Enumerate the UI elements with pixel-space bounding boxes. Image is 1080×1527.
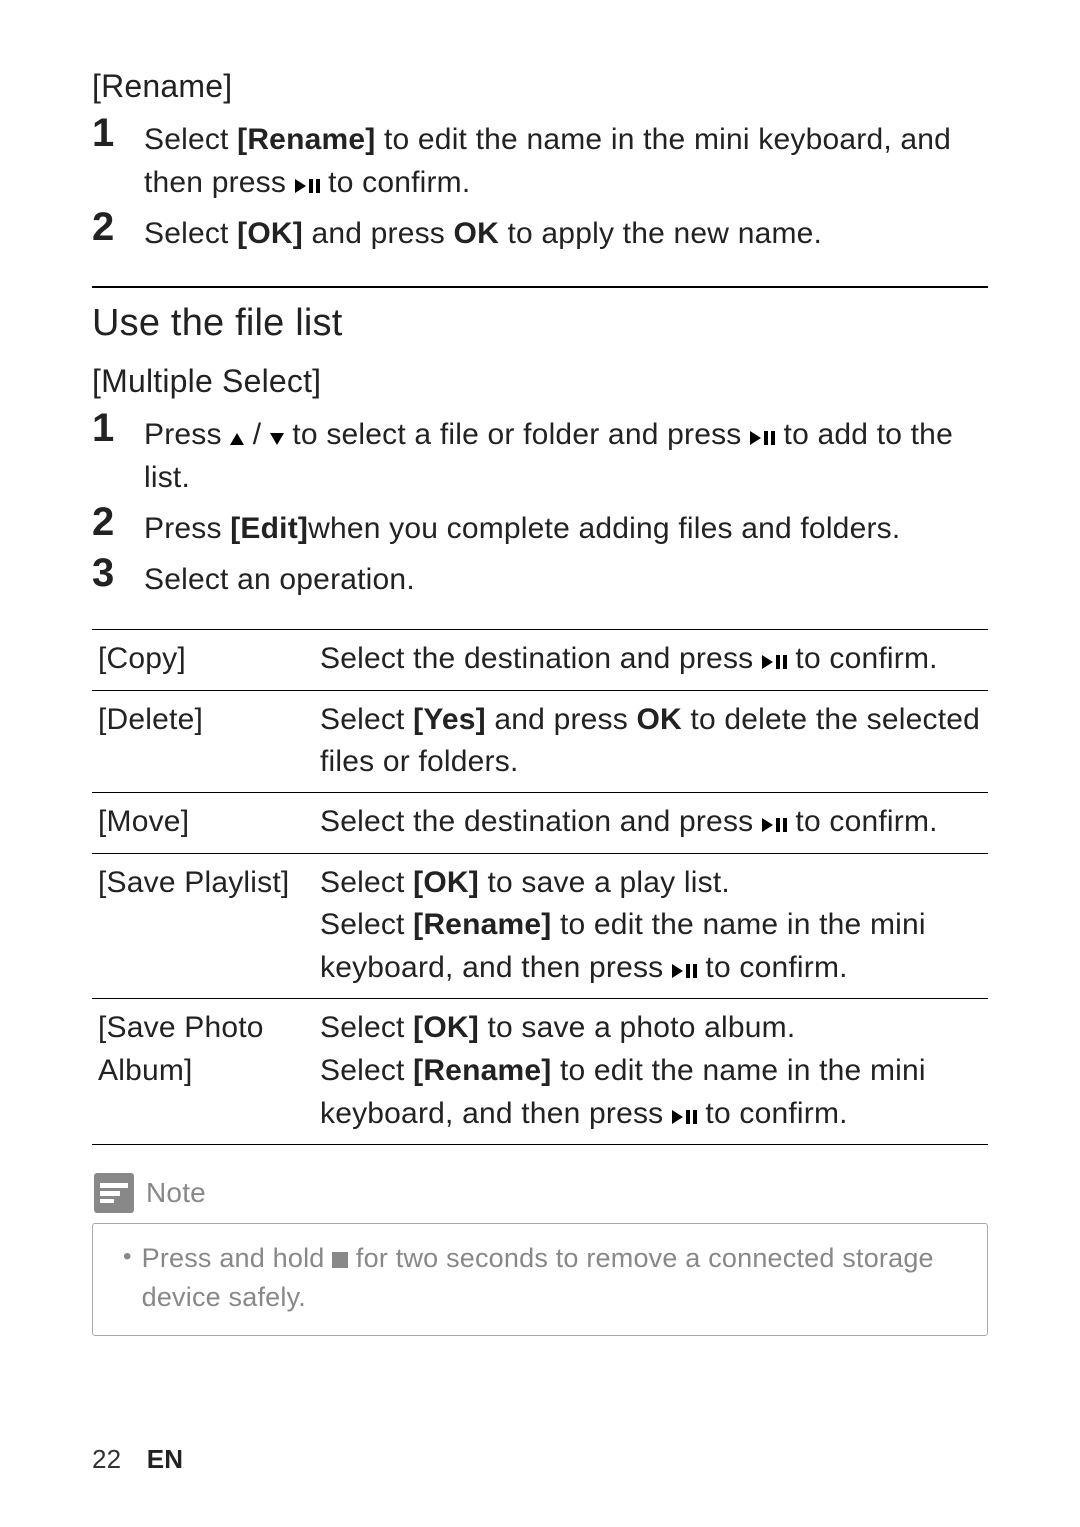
- op-desc: Select [OK] to save a play list. Select …: [314, 853, 988, 999]
- step-text: Select an operation.: [144, 553, 415, 602]
- note-icon: [94, 1173, 134, 1213]
- rename-subtitle: [Rename]: [92, 68, 988, 105]
- page-footer: 22 EN: [92, 1444, 183, 1475]
- step-text: Select [Rename] to edit the name in the …: [144, 113, 988, 205]
- step-text: Select [OK] and press OK to apply the ne…: [144, 207, 822, 256]
- op-name: [Delete]: [92, 690, 314, 792]
- op-name: [Copy]: [92, 630, 314, 691]
- step-number: 3: [92, 553, 144, 593]
- step-number: 1: [92, 113, 144, 153]
- page-number: 22: [92, 1444, 121, 1474]
- table-row: [Save Playlist] Select [OK] to save a pl…: [92, 853, 988, 999]
- op-desc: Select [Yes] and press OK to delete the …: [314, 690, 988, 792]
- note-body: Press and hold for two seconds to remove…: [92, 1223, 988, 1336]
- play-pause-icon: [750, 415, 775, 458]
- note-label: Note: [146, 1177, 206, 1209]
- table-row: [Save Photo Album] Select [OK] to save a…: [92, 999, 988, 1145]
- rename-steps: 1 Select [Rename] to edit the name in th…: [92, 113, 988, 256]
- step-text: Press [Edit]when you complete adding fil…: [144, 502, 900, 551]
- op-desc: Select the destination and press to conf…: [314, 792, 988, 853]
- op-desc: Select [OK] to save a photo album. Selec…: [314, 999, 988, 1145]
- op-name: [Save Photo Album]: [92, 999, 314, 1145]
- step-number: 2: [92, 207, 144, 247]
- multiple-select-steps: 1 Press / to select a file or folder and…: [92, 408, 988, 601]
- manual-page: [Rename] 1 Select [Rename] to edit the n…: [0, 0, 1080, 1527]
- operations-table: [Copy] Select the destination and press …: [92, 629, 988, 1145]
- use-file-list-heading: Use the file list: [92, 302, 988, 345]
- play-pause-icon: [672, 948, 697, 991]
- note-header: Note: [92, 1173, 988, 1213]
- language-code: EN: [147, 1444, 184, 1474]
- play-pause-icon: [762, 802, 787, 845]
- up-icon: [230, 415, 244, 458]
- op-desc: Select the destination and press to conf…: [314, 630, 988, 691]
- op-name: [Save Playlist]: [92, 853, 314, 999]
- section-divider: [92, 286, 988, 288]
- step-text: Press / to select a file or folder and p…: [144, 408, 988, 500]
- multiple-select-subtitle: [Multiple Select]: [92, 363, 988, 400]
- step-number: 2: [92, 502, 144, 542]
- down-icon: [270, 415, 284, 458]
- step-number: 1: [92, 408, 144, 448]
- table-row: [Delete] Select [Yes] and press OK to de…: [92, 690, 988, 792]
- op-name: [Move]: [92, 792, 314, 853]
- play-pause-icon: [762, 639, 787, 682]
- table-row: [Move] Select the destination and press …: [92, 792, 988, 853]
- play-pause-icon: [295, 163, 320, 206]
- play-pause-icon: [672, 1094, 697, 1137]
- stop-icon: [332, 1241, 348, 1279]
- table-row: [Copy] Select the destination and press …: [92, 630, 988, 691]
- note-box: Note Press and hold for two seconds to r…: [92, 1173, 988, 1336]
